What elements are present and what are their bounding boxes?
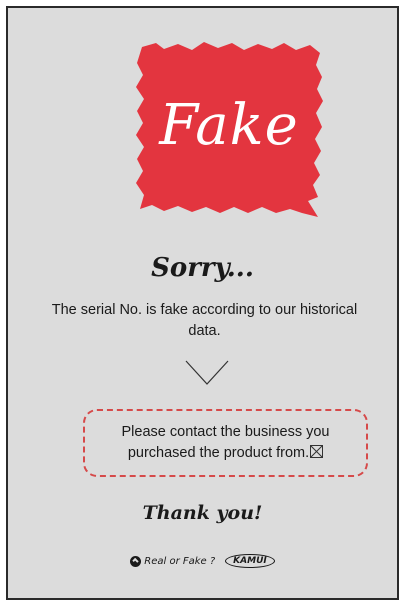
missing-glyph-icon (310, 445, 324, 458)
thank-you-text: Thank you! (142, 502, 263, 524)
footer-brands: Real or Fake ? KAMUI (8, 554, 397, 568)
brand-mark-icon (130, 555, 142, 567)
contact-notice: Please contact the business you purchase… (101, 422, 351, 464)
real-or-fake-label: Real or Fake ? (144, 555, 216, 567)
chevron-down-icon (185, 360, 229, 385)
result-heading: Sorry... (151, 253, 254, 283)
contact-notice-text: Please contact the business you purchase… (121, 424, 330, 461)
fake-stamp: Fake (134, 41, 324, 226)
result-panel: Fake Sorry... The serial No. is fake acc… (6, 6, 399, 600)
real-or-fake-logo: Real or Fake ? (130, 555, 216, 567)
result-message: The serial No. is fake according to our … (51, 302, 358, 339)
kamui-logo: KAMUI (225, 554, 275, 568)
contact-notice-box: Please contact the business you purchase… (83, 409, 368, 477)
fake-stamp-label: Fake (159, 93, 299, 158)
